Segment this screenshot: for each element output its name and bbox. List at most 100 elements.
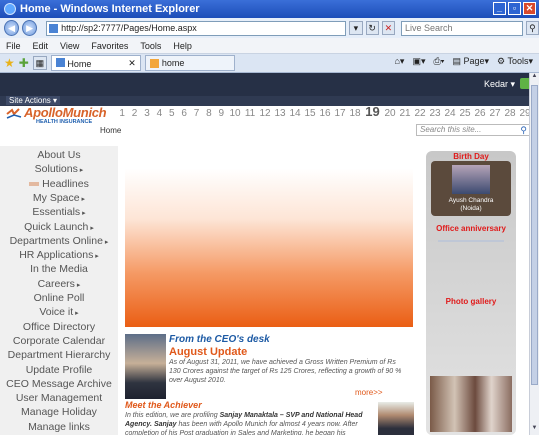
nav-item-in-the-media[interactable]: In the Media [0,263,118,275]
menu-favorites[interactable]: Favorites [91,41,128,51]
day-number-6[interactable]: 6 [178,108,190,119]
day-number-12[interactable]: 12 [258,108,273,119]
tab-home[interactable]: Home ✕ [50,55,141,71]
site-actions-menu[interactable]: Site Actions ▾ [6,96,61,105]
menu-help[interactable]: Help [173,41,192,51]
apollo-munich-logo[interactable]: ApolloMunich HEALTH INSURANCE [6,105,107,125]
day-number-20[interactable]: 20 [383,108,398,119]
back-button[interactable]: ◀ [4,20,20,36]
refresh-button[interactable]: ↻ [365,21,379,35]
day-number-8[interactable]: 8 [203,108,215,119]
right-panel: Birth Day Ayush Chandra (Noida) Office a… [426,151,516,435]
day-number-21[interactable]: 21 [398,108,413,119]
close-button[interactable]: ✕ [523,2,536,15]
nav-item-online-poll[interactable]: Online Poll [0,292,118,304]
day-number-17[interactable]: 17 [333,108,348,119]
nav-item-label: Essentials [32,206,81,219]
nav-item-manage-links[interactable]: Manage links [0,421,118,433]
nav-item-my-space[interactable]: My Space ▸ [0,192,118,204]
user-menu[interactable]: Kedar ▾ [484,79,515,90]
address-dropdown-button[interactable]: ▾ [349,21,363,35]
photo-gallery-title[interactable]: Photo gallery [426,297,516,306]
scroll-thumb[interactable] [531,85,538,385]
scroll-up-arrow-icon[interactable]: ▲ [530,73,539,83]
day-number-23[interactable]: 23 [428,108,443,119]
forward-button[interactable]: ▶ [22,20,38,36]
day-number-16[interactable]: 16 [318,108,333,119]
tools-menu[interactable]: ⚙ Tools▾ [497,56,533,67]
ceo-more-link[interactable]: more>> [355,388,383,397]
birthday-photo [452,165,490,194]
print-icon[interactable]: ⎙▾ [433,56,444,67]
day-number-15[interactable]: 15 [303,108,318,119]
favorites-star-icon[interactable]: ★ [4,57,15,69]
nav-item-about-us[interactable]: About Us [0,149,118,161]
day-number-24[interactable]: 24 [443,108,458,119]
maximize-button[interactable]: ▫ [508,2,521,15]
menu-file[interactable]: File [6,41,21,51]
submenu-arrow-icon: ▸ [93,253,99,261]
day-number-18[interactable]: 18 [348,108,363,119]
breadcrumb-home[interactable]: Home [100,126,121,135]
nav-item-office-directory[interactable]: Office Directory [0,321,118,333]
nav-item-voice-it[interactable]: Voice it ▸ [0,306,118,318]
menu-edit[interactable]: Edit [33,41,49,51]
tab-bar: ★ ✚ ▦ Home ✕ home ⌂▾ ▣▾ ⎙▾ ▤ Page▾ ⚙ Too… [0,54,539,73]
tab-page-icon [55,57,65,67]
nav-item-essentials[interactable]: Essentials ▸ [0,206,118,218]
day-number-14[interactable]: 14 [288,108,303,119]
address-input[interactable]: http://sp2:7777/Pages/Home.aspx [46,20,347,36]
nav-item-quick-launch[interactable]: Quick Launch ▸ [0,221,118,233]
home-icon[interactable]: ⌂▾ [394,56,404,67]
nav-item-departments-online[interactable]: Departments Online ▸ [0,235,118,247]
page-menu[interactable]: ▤ Page▾ [452,56,489,67]
ceo-update-title: August Update [169,346,248,358]
nav-item-user-management[interactable]: User Management [0,392,118,404]
day-number-25[interactable]: 25 [458,108,473,119]
search-icon[interactable]: ⚲ [525,21,539,35]
stop-button[interactable]: ✕ [381,21,395,35]
gallery-photo[interactable] [430,376,512,432]
day-number-strip: 1 2 3 4 5 6 7 8 9 10 11 12 13 14 15 16 17 18 19 20 21 22 23 24 2… [116,104,539,120]
day-number-27[interactable]: 27 [488,108,503,119]
feeds-icon[interactable]: ▣▾ [412,56,425,67]
nav-item-update-profile[interactable]: Update Profile [0,364,118,376]
achiever-photo [378,402,414,435]
tab-close-icon[interactable]: ✕ [128,58,136,69]
menu-view[interactable]: View [60,41,79,51]
quick-tabs-icon[interactable]: ▦ [32,56,47,70]
day-number-5[interactable]: 5 [166,108,178,119]
menu-tools[interactable]: Tools [140,41,161,51]
nav-item-hr-applications[interactable]: HR Applications ▸ [0,249,118,261]
scroll-down-arrow-icon[interactable]: ▼ [530,425,539,435]
nav-item-solutions[interactable]: Solutions ▸ [0,163,118,175]
day-number-2[interactable]: 2 [128,108,140,119]
day-number-10[interactable]: 10 [228,108,243,119]
add-favorites-icon[interactable]: ✚ [19,57,29,69]
day-number-26[interactable]: 26 [473,108,488,119]
day-number-11[interactable]: 11 [243,108,258,119]
nav-item-ceo-message-archive[interactable]: CEO Message Archive [0,378,118,390]
day-number-9[interactable]: 9 [215,108,227,119]
day-number-19[interactable]: 19 [363,104,383,119]
site-search-icon[interactable]: ⚲ [520,125,527,135]
nav-item-label: About Us [37,149,81,161]
nav-item-department-hierarchy[interactable]: Department Hierarchy [0,349,118,361]
day-number-22[interactable]: 22 [413,108,428,119]
site-search-input[interactable]: Search this site... ⚲ [416,124,530,136]
day-number-3[interactable]: 3 [141,108,153,119]
tab-home-2[interactable]: home [144,55,235,71]
live-search-input[interactable]: Live Search [400,20,523,36]
page-scrollbar[interactable]: ▲ ▼ [529,73,539,435]
day-number-28[interactable]: 28 [503,108,518,119]
nav-item-manage-holiday[interactable]: Manage Holiday [0,406,118,418]
day-number-4[interactable]: 4 [153,108,165,119]
nav-item-headlines[interactable]: Headlines [0,178,118,190]
day-number-13[interactable]: 13 [273,108,288,119]
day-number-1[interactable]: 1 [116,108,128,119]
day-number-7[interactable]: 7 [190,108,202,119]
minimize-button[interactable]: _ [493,2,506,15]
nav-item-careers[interactable]: Careers ▸ [0,278,118,290]
nav-item-corporate-calendar[interactable]: Corporate Calendar [0,335,118,347]
nav-item-label: User Management [15,392,103,405]
